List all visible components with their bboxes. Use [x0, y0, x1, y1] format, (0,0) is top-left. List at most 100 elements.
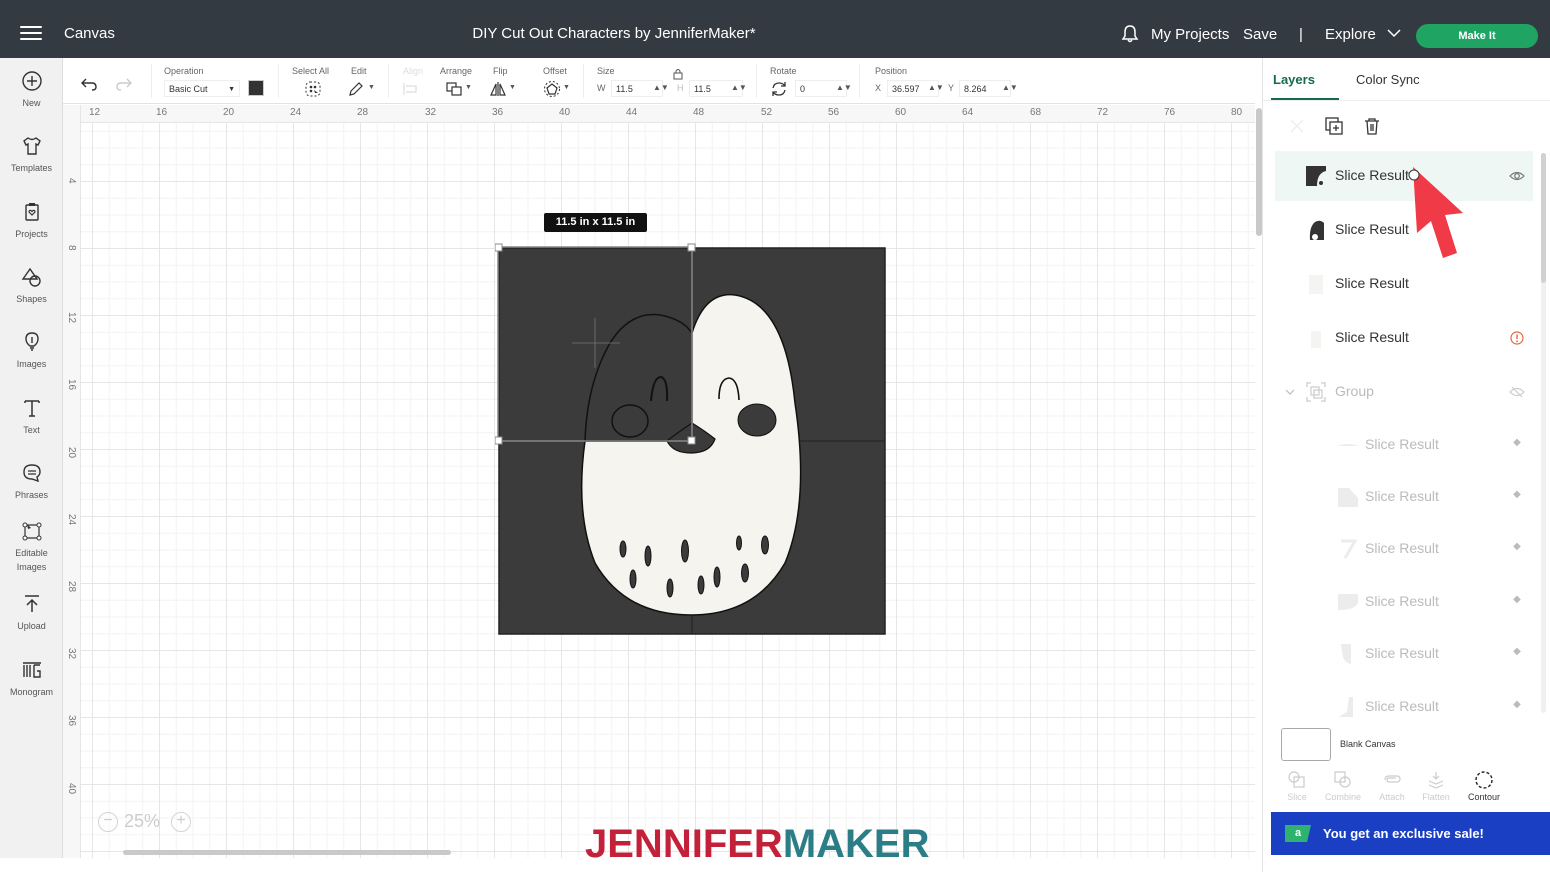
ruler-tick: 32 — [425, 107, 437, 118]
dropdown-arrow-icon[interactable]: ▼ — [368, 84, 375, 91]
zoom-in-button[interactable]: + — [171, 812, 191, 832]
dropdown-arrow-icon[interactable]: ▼ — [465, 84, 472, 91]
layer-item[interactable]: Slice Result ◆ — [1275, 472, 1533, 522]
dropdown-arrow-icon[interactable]: ▼ — [509, 84, 516, 91]
slice-icon — [1288, 771, 1305, 788]
sidebar-item-editable-images[interactable]: Editable Images — [0, 520, 63, 574]
scrollbar-thumb[interactable] — [1541, 153, 1546, 283]
select-all-icon[interactable] — [304, 80, 322, 98]
flip-icon[interactable] — [489, 80, 507, 98]
warning-icon[interactable] — [1509, 330, 1525, 346]
chevron-down-icon[interactable] — [1387, 28, 1401, 38]
duplicate-icon[interactable] — [1324, 116, 1344, 136]
owl-artwork[interactable] — [495, 243, 890, 638]
my-projects-link[interactable]: My Projects — [1151, 26, 1229, 43]
ruler-tick: 16 — [66, 379, 77, 391]
bell-icon[interactable] — [1120, 24, 1140, 44]
resize-handle — [495, 436, 503, 445]
arrange-icon[interactable] — [445, 80, 463, 98]
layer-item[interactable]: Slice Result ◆ — [1275, 577, 1533, 627]
slice-button[interactable]: Slice — [1272, 770, 1322, 802]
offset-label: Offset — [543, 66, 567, 76]
layer-item[interactable]: Slice Result — [1275, 205, 1533, 255]
sidebar-item-new[interactable]: New — [0, 70, 63, 110]
save-button[interactable]: Save — [1243, 26, 1277, 43]
canvas-horizontal-scrollbar[interactable] — [123, 850, 451, 855]
sidebar-item-projects[interactable]: Projects — [0, 201, 63, 241]
tab-color-sync[interactable]: Color Sync — [1356, 72, 1420, 87]
rotate-icon[interactable] — [770, 80, 788, 98]
sidebar-item-shapes[interactable]: Shapes — [0, 266, 63, 306]
ruler-tick: 52 — [761, 107, 773, 118]
width-stepper[interactable]: ▲▼ — [653, 83, 669, 92]
blank-canvas-thumbnail[interactable] — [1281, 728, 1331, 761]
operation-color-swatch[interactable] — [248, 80, 264, 96]
flatten-button[interactable]: Flatten — [1411, 770, 1461, 802]
upload-icon — [24, 595, 39, 612]
sidebar-item-templates[interactable]: Templates — [0, 135, 63, 175]
sidebar-item-images[interactable]: Images — [0, 331, 63, 371]
layer-name: Slice Result — [1335, 275, 1409, 291]
divider — [278, 64, 279, 98]
layer-item[interactable]: Slice Result — [1275, 151, 1533, 201]
attach-button[interactable]: Attach — [1367, 770, 1417, 802]
layer-thumbnail — [1341, 644, 1351, 664]
contour-button[interactable]: Contour — [1459, 770, 1509, 802]
sale-tag-icon: a — [1285, 825, 1311, 842]
ruler-tick: 80 — [1231, 107, 1243, 118]
layer-item[interactable]: Slice Result — [1275, 259, 1533, 309]
chevron-down-icon[interactable] — [1285, 388, 1295, 396]
divider — [583, 64, 584, 98]
ruler-tick: 8 — [66, 245, 77, 251]
sidebar-item-upload[interactable]: Upload — [0, 593, 63, 633]
y-stepper[interactable]: ▲▼ — [1002, 83, 1018, 92]
layer-name: Slice Result — [1365, 645, 1439, 661]
diamond-icon: ◆ — [1513, 594, 1521, 605]
sale-banner[interactable]: a You get an exclusive sale! — [1271, 812, 1550, 855]
sidebar-item-label: New — [22, 98, 41, 108]
layer-group[interactable]: Group — [1275, 367, 1533, 417]
resize-handle — [687, 243, 696, 252]
explore-menu[interactable]: Explore — [1325, 26, 1376, 43]
combine-button[interactable]: Combine — [1318, 770, 1368, 802]
layer-thumbnail — [1338, 444, 1358, 446]
brand-maker: MAKER — [782, 822, 930, 866]
layer-item[interactable]: Slice Result ◆ — [1275, 420, 1533, 470]
ruler-tick: 44 — [626, 107, 638, 118]
sidebar-item-text[interactable]: Text — [0, 397, 63, 437]
lock-icon[interactable] — [673, 68, 683, 80]
sidebar-item-monogram[interactable]: Monogram — [0, 659, 63, 699]
resize-handle — [495, 243, 503, 252]
undo-icon[interactable] — [80, 75, 98, 93]
redo-icon[interactable] — [115, 75, 133, 93]
zoom-out-button[interactable]: − — [98, 812, 118, 832]
layers-scrollbar[interactable] — [1541, 153, 1546, 713]
layer-item[interactable]: Slice Result ◆ — [1275, 682, 1533, 732]
eye-icon[interactable] — [1509, 168, 1525, 184]
combine-icon — [1334, 771, 1351, 788]
tab-layers[interactable]: Layers — [1273, 72, 1315, 87]
sidebar-item-phrases[interactable]: Phrases — [0, 462, 63, 502]
edit-toolbar: Operation Basic Cut ▼ Select All Edit ▼ … — [63, 58, 1255, 104]
ruler-tick: 36 — [66, 715, 77, 727]
operation-select[interactable]: Basic Cut ▼ — [164, 80, 240, 97]
eye-hidden-icon[interactable] — [1509, 384, 1525, 400]
rotate-stepper[interactable]: ▲▼ — [836, 83, 852, 92]
x-stepper[interactable]: ▲▼ — [928, 83, 944, 92]
trash-icon[interactable] — [1362, 116, 1382, 136]
layer-item[interactable]: Slice Result — [1275, 313, 1533, 363]
layer-thumbnail — [1309, 275, 1323, 294]
jennifermaker-watermark: JENNIFERMAKER — [585, 822, 929, 867]
layer-name: Slice Result — [1365, 540, 1439, 556]
ruler-tick: 76 — [1164, 107, 1176, 118]
dropdown-arrow-icon[interactable]: ▼ — [563, 84, 570, 91]
layer-item[interactable]: Slice Result ◆ — [1275, 629, 1533, 679]
width-label: W — [597, 83, 606, 93]
height-stepper[interactable]: ▲▼ — [731, 83, 747, 92]
offset-icon[interactable] — [543, 80, 561, 98]
edit-pencil-icon[interactable] — [347, 80, 365, 98]
make-it-button[interactable]: Make It — [1416, 24, 1538, 48]
size-label: Size — [597, 66, 615, 76]
layer-item[interactable]: Slice Result ◆ — [1275, 524, 1533, 574]
resize-handle — [687, 436, 696, 445]
